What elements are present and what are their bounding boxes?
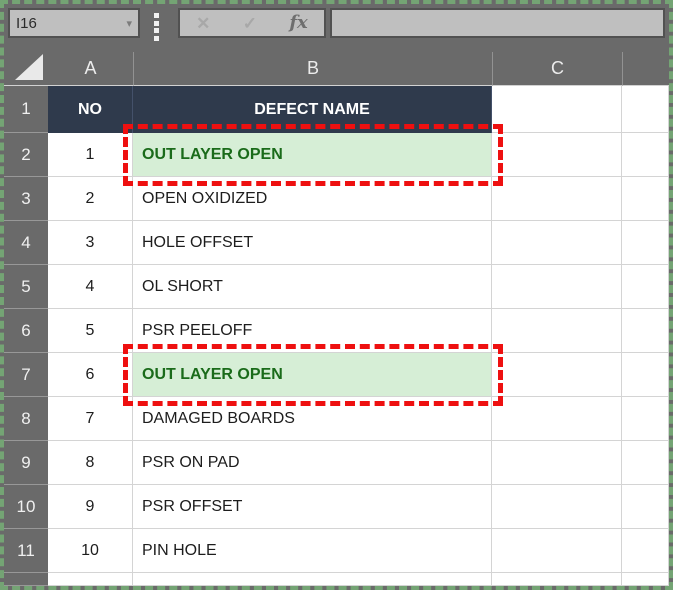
column-header-partial[interactable]: [622, 52, 669, 86]
cell-c10[interactable]: [492, 485, 622, 529]
cell-b3[interactable]: OPEN OXIDIZED: [133, 177, 492, 221]
row-header-2[interactable]: 2: [4, 133, 48, 177]
cell-b10[interactable]: PSR OFFSET: [133, 485, 492, 529]
chevron-down-icon[interactable]: ▾: [126, 17, 132, 30]
cell-c4[interactable]: [492, 221, 622, 265]
select-all-corner[interactable]: [4, 52, 48, 86]
cell-a5[interactable]: 4: [48, 265, 133, 309]
cell-c1[interactable]: [492, 86, 622, 133]
cell-b11[interactable]: PIN HOLE: [133, 529, 492, 573]
insert-function-icon[interactable]: fx: [283, 14, 313, 32]
cell-a9[interactable]: 8: [48, 441, 133, 485]
cell-c7[interactable]: [492, 353, 622, 397]
row-header-8[interactable]: 8: [4, 397, 48, 441]
cell-c3[interactable]: [492, 177, 622, 221]
cell-a7[interactable]: 6: [48, 353, 133, 397]
cell-b5[interactable]: OL SHORT: [133, 265, 492, 309]
cell-b8[interactable]: DAMAGED BOARDS: [133, 397, 492, 441]
grip-dots-icon[interactable]: [154, 13, 160, 41]
select-all-triangle-icon: [15, 54, 43, 80]
cell-d12-partial[interactable]: [622, 573, 669, 586]
cell-c6[interactable]: [492, 309, 622, 353]
cell-d10[interactable]: [622, 485, 669, 529]
row-header-9[interactable]: 9: [4, 441, 48, 485]
cell-a3[interactable]: 2: [48, 177, 133, 221]
cell-b4[interactable]: HOLE OFFSET: [133, 221, 492, 265]
cell-d1[interactable]: [622, 86, 669, 133]
row-header-5[interactable]: 5: [4, 265, 48, 309]
cell-c8[interactable]: [492, 397, 622, 441]
cell-a10[interactable]: 9: [48, 485, 133, 529]
cell-a11[interactable]: 10: [48, 529, 133, 573]
cell-d6[interactable]: [622, 309, 669, 353]
cell-b9[interactable]: PSR ON PAD: [133, 441, 492, 485]
cell-b1-defect-name-header[interactable]: DEFECT NAME: [133, 86, 492, 133]
cell-d9[interactable]: [622, 441, 669, 485]
column-header-a[interactable]: A: [48, 52, 133, 86]
cell-d3[interactable]: [622, 177, 669, 221]
cell-a6[interactable]: 5: [48, 309, 133, 353]
formula-input[interactable]: [332, 10, 663, 36]
cell-b7-highlighted[interactable]: OUT LAYER OPEN: [133, 353, 492, 397]
row-header-4[interactable]: 4: [4, 221, 48, 265]
cell-c9[interactable]: [492, 441, 622, 485]
formula-toolbar: I16 ▾ ✕ ✓ fx: [4, 4, 669, 52]
row-header-3[interactable]: 3: [4, 177, 48, 221]
cell-b6[interactable]: PSR PEELOFF: [133, 309, 492, 353]
cell-c5[interactable]: [492, 265, 622, 309]
cell-c2[interactable]: [492, 133, 622, 177]
cell-d5[interactable]: [622, 265, 669, 309]
formula-button-group: ✕ ✓ fx: [178, 8, 326, 38]
cell-d7[interactable]: [622, 353, 669, 397]
cell-d2[interactable]: [622, 133, 669, 177]
spreadsheet-window: I16 ▾ ✕ ✓ fx A B C 1 NO DEFECT NAME 2 1 …: [0, 0, 673, 590]
row-header-11[interactable]: 11: [4, 529, 48, 573]
column-header-b[interactable]: B: [133, 52, 492, 86]
cell-c11[interactable]: [492, 529, 622, 573]
cell-a4[interactable]: 3: [48, 221, 133, 265]
cell-d4[interactable]: [622, 221, 669, 265]
cell-a8[interactable]: 7: [48, 397, 133, 441]
worksheet-grid: A B C 1 NO DEFECT NAME 2 1 OUT LAYER OPE…: [4, 52, 669, 586]
cell-a12-partial[interactable]: [48, 573, 133, 586]
cell-b2-highlighted[interactable]: OUT LAYER OPEN: [133, 133, 492, 177]
cancel-icon[interactable]: ✕: [190, 15, 216, 32]
cell-d11[interactable]: [622, 529, 669, 573]
row-header-6[interactable]: 6: [4, 309, 48, 353]
cell-a1-no-header[interactable]: NO: [48, 86, 133, 133]
formula-bar[interactable]: [330, 8, 665, 38]
row-header-10[interactable]: 10: [4, 485, 48, 529]
cell-b12-partial[interactable]: [133, 573, 492, 586]
row-header-1[interactable]: 1: [4, 86, 48, 133]
enter-icon[interactable]: ✓: [237, 15, 263, 32]
name-box[interactable]: I16 ▾: [8, 8, 140, 38]
cell-c12-partial[interactable]: [492, 573, 622, 586]
row-header-12-partial[interactable]: [4, 573, 48, 586]
name-box-value: I16: [16, 15, 126, 32]
cell-d8[interactable]: [622, 397, 669, 441]
cell-a2[interactable]: 1: [48, 133, 133, 177]
row-header-7[interactable]: 7: [4, 353, 48, 397]
column-header-c[interactable]: C: [492, 52, 622, 86]
